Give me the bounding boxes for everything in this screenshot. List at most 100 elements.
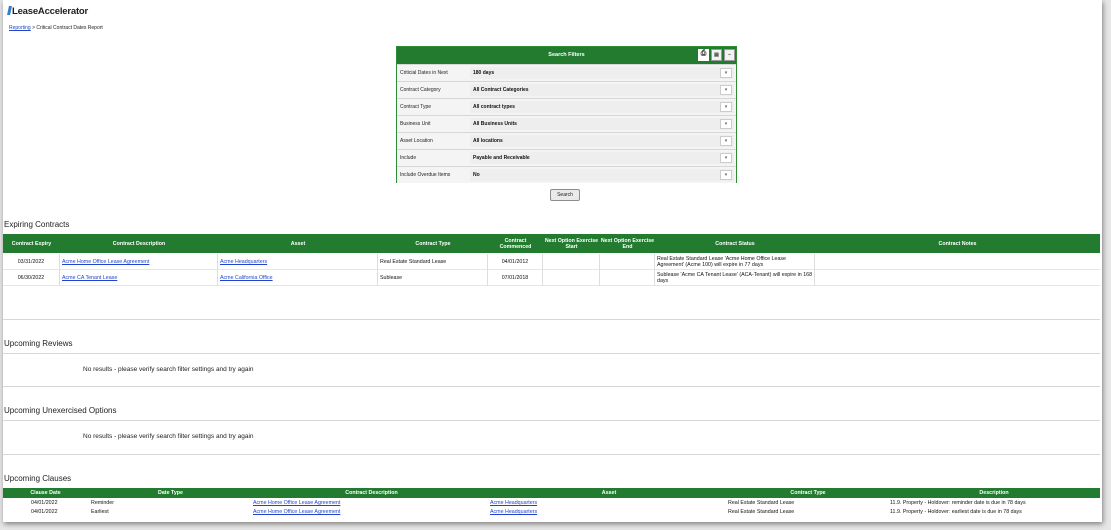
column-header[interactable]: Date Type xyxy=(88,488,253,498)
contract-type-cell: Real Estate Standard Lease xyxy=(728,500,795,506)
dropdown-caret-icon[interactable]: ▾ xyxy=(720,68,732,78)
date-type-cell: Earliest xyxy=(91,509,109,515)
dropdown-caret-icon[interactable]: ▾ xyxy=(720,85,732,95)
contract-expiry-cell: 03/31/2022 xyxy=(3,254,60,270)
dropdown-caret-icon[interactable]: ▾ xyxy=(720,153,732,163)
filter-label: Business Unit xyxy=(400,121,431,127)
business-unit-select[interactable]: All Business Units ▾ xyxy=(470,118,734,130)
filter-label: Include xyxy=(400,155,417,161)
filter-row-include: Include Payable and Receivable ▾ xyxy=(397,149,736,166)
table-row: 03/31/2022 Acme Home Office Lease Agreem… xyxy=(3,254,1100,270)
dropdown-caret-icon[interactable]: ▾ xyxy=(720,119,732,129)
asset-location-select[interactable]: All locations ▾ xyxy=(470,135,734,147)
contract-status-cell: Real Estate Standard Lease 'Acme Home Of… xyxy=(655,254,815,270)
filter-label: Asset Location xyxy=(400,138,433,144)
breadcrumb-current: Critical Contract Dates Report xyxy=(36,25,103,31)
filter-row-include-overdue: Include Overdue Items No ▾ xyxy=(397,166,736,183)
clause-date-cell: 04/01/2022 xyxy=(31,500,58,506)
breadcrumb: Reporting > Critical Contract Dates Repo… xyxy=(9,25,103,31)
asset-link[interactable]: Acme Headquarters xyxy=(220,259,267,265)
contract-type-cell: Real Estate Standard Lease xyxy=(728,509,795,515)
column-header[interactable]: Contract Type xyxy=(378,234,488,253)
export-excel-icon[interactable]: ▤ xyxy=(711,49,722,61)
column-header[interactable]: Asset xyxy=(490,488,728,498)
section-divider xyxy=(3,420,1100,421)
dropdown-caret-icon[interactable]: ▾ xyxy=(720,170,732,180)
asset-link[interactable]: Acme Headquarters xyxy=(490,509,537,515)
clause-description-cell: 11.9. Property - Holdover: reminder date… xyxy=(890,500,1026,506)
contract-commenced-cell: 07/01/2018 xyxy=(488,270,543,286)
contract-type-select[interactable]: All contract types ▾ xyxy=(470,101,734,113)
asset-cell: Acme Headquarters xyxy=(490,508,537,516)
section-divider xyxy=(3,454,1100,455)
option-start-cell xyxy=(543,270,600,286)
upcoming-reviews-title: Upcoming Reviews xyxy=(4,339,73,348)
contract-description-link[interactable]: Acme Home Office Lease Agreement xyxy=(253,500,340,506)
app-logo[interactable]: LeaseAccelerator xyxy=(7,6,89,17)
table-row: 04/01/2022 Reminder Acme Home Office Lea… xyxy=(3,499,1100,507)
upcoming-clauses-header: Clause Date Date Type Contract Descripti… xyxy=(3,488,1100,498)
filter-value: 180 days xyxy=(473,70,495,76)
filter-value: All contract types xyxy=(473,104,515,110)
column-header[interactable]: Contract Description xyxy=(253,488,490,498)
filter-value: Payable and Receivable xyxy=(473,155,530,161)
section-divider xyxy=(3,353,1100,354)
column-header[interactable]: Description xyxy=(888,488,1100,498)
table-row: 04/01/2022 Earliest Acme Home Office Lea… xyxy=(3,508,1100,516)
column-header[interactable]: Contract Commenced xyxy=(488,234,543,253)
critical-dates-select[interactable]: 180 days ▾ xyxy=(470,67,734,79)
column-header[interactable]: Contract Type xyxy=(728,488,888,498)
contract-description-cell: Acme Home Office Lease Agreement xyxy=(253,499,340,507)
contract-description-cell: Acme Home Office Lease Agreement xyxy=(253,508,340,516)
filter-row-contract-type: Contract Type All contract types ▾ xyxy=(397,98,736,115)
column-header[interactable]: Contract Notes xyxy=(815,234,1100,253)
option-start-cell xyxy=(543,254,600,270)
contract-description-link[interactable]: Acme CA Tenant Lease xyxy=(62,275,117,281)
filter-value: All locations xyxy=(473,138,503,144)
contract-type-cell: Sublease xyxy=(378,270,488,286)
column-header[interactable]: Next Option Exercise Start xyxy=(543,234,600,253)
reviews-empty-message: No results - please verify search filter… xyxy=(83,366,254,373)
column-header[interactable]: Next Option Exercise End xyxy=(600,234,655,253)
contract-status-cell: Sublease 'Acme CA Tenant Lease' (ACA-Ten… xyxy=(655,270,815,286)
expiring-contracts-header: Contract Expiry Contract Description Ass… xyxy=(3,234,1100,253)
upcoming-clauses-title: Upcoming Clauses xyxy=(4,474,72,483)
contract-description-link[interactable]: Acme Home Office Lease Agreement xyxy=(62,259,149,265)
clause-description-cell: 11.9. Property - Holdover: earliest date… xyxy=(890,509,1022,515)
asset-link[interactable]: Acme California Office xyxy=(220,275,273,281)
dropdown-caret-icon[interactable]: ▾ xyxy=(720,102,732,112)
filter-value: All Business Units xyxy=(473,121,517,127)
section-divider xyxy=(3,319,1100,320)
filter-label: Contract Type xyxy=(400,104,432,110)
table-row: 06/30/2022 Acme CA Tenant Lease Acme Cal… xyxy=(3,270,1100,286)
breadcrumb-link-reporting[interactable]: Reporting xyxy=(9,25,31,31)
contract-description-link[interactable]: Acme Home Office Lease Agreement xyxy=(253,509,340,515)
asset-link[interactable]: Acme Headquarters xyxy=(490,500,537,506)
filter-row-critical-dates: Criticial Dates in Next 180 days ▾ xyxy=(397,64,736,81)
filter-value: All Contract Categories xyxy=(473,87,529,93)
column-header[interactable]: Contract Expiry xyxy=(3,234,60,253)
column-header[interactable]: Clause Date xyxy=(3,488,88,498)
contract-category-select[interactable]: All Contract Categories ▾ xyxy=(470,84,734,96)
print-icon[interactable]: ⎙ xyxy=(698,49,709,61)
date-type-cell: Reminder xyxy=(91,500,114,506)
asset-cell: Acme Headquarters xyxy=(218,254,378,270)
column-header[interactable]: Asset xyxy=(218,234,378,253)
option-end-cell xyxy=(600,270,655,286)
search-filters-panel: Search Filters ⎙ ▤ – Criticial Dates in … xyxy=(396,46,737,183)
search-button[interactable]: Search xyxy=(550,189,580,201)
include-overdue-select[interactable]: No ▾ xyxy=(470,169,734,181)
options-empty-message: No results - please verify search filter… xyxy=(83,433,254,440)
section-divider xyxy=(3,386,1100,387)
dropdown-caret-icon[interactable]: ▾ xyxy=(720,136,732,146)
contract-expiry-cell: 06/30/2022 xyxy=(3,270,60,286)
column-header[interactable]: Contract Description xyxy=(60,234,218,253)
logo-text: LeaseAccelerator xyxy=(12,6,89,17)
search-filters-header: Search Filters ⎙ ▤ – xyxy=(397,47,736,64)
collapse-icon[interactable]: – xyxy=(724,49,735,61)
filter-value: No xyxy=(473,172,480,178)
include-select[interactable]: Payable and Receivable ▾ xyxy=(470,152,734,164)
column-header[interactable]: Contract Status xyxy=(655,234,815,253)
asset-cell: Acme California Office xyxy=(218,270,378,286)
report-page: LeaseAccelerator Reporting > Critical Co… xyxy=(3,0,1102,522)
